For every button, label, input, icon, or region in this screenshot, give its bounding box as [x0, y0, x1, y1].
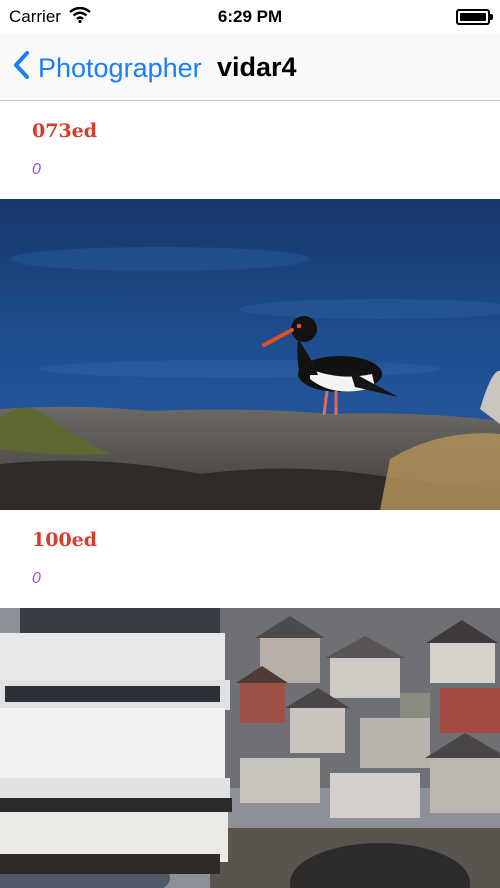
list-item[interactable]: 100ed 0: [0, 510, 500, 608]
page-title: vidar4: [217, 52, 297, 82]
item-title: 100ed: [32, 529, 98, 551]
item-subtitle: 0: [32, 161, 41, 178]
list-item[interactable]: 073ed 0: [0, 101, 500, 199]
oystercatcher-bird-photo: [0, 199, 500, 510]
status-time: 6:29 PM: [217, 7, 283, 26]
chevron-left-icon: [12, 50, 30, 87]
back-button-label: Photographer: [38, 53, 202, 83]
battery-icon: [456, 9, 493, 25]
item-title: 073ed: [32, 120, 98, 142]
back-button[interactable]: Photographer: [12, 50, 202, 87]
photo-oystercatcher[interactable]: [0, 199, 500, 510]
ship-harbor-town-photo: [0, 608, 500, 888]
item-subtitle: 0: [32, 570, 41, 587]
photo-ship[interactable]: [0, 608, 500, 888]
status-bar: Carrier 6:29 PM: [0, 0, 500, 34]
navigation-bar: Photographer vidar4: [0, 34, 500, 101]
